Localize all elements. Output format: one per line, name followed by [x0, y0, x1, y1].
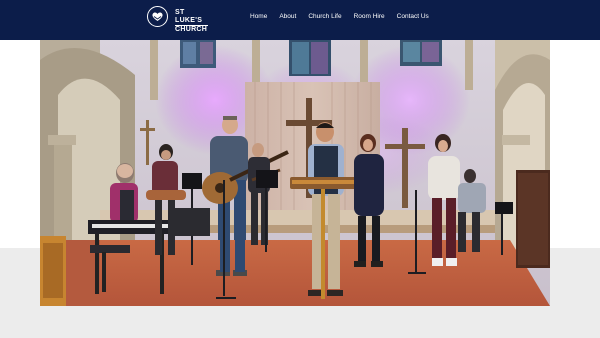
heart-hands-icon — [147, 6, 168, 27]
hero-image-worship-band — [40, 40, 550, 306]
main-nav: Home About Church Life Room Hire Contact… — [250, 10, 441, 24]
logo-line-1: ST LUKE'S — [175, 9, 208, 26]
nav-item-room-hire[interactable]: Room Hire — [354, 10, 385, 24]
nav-item-church-life[interactable]: Church Life — [308, 10, 341, 24]
logo-line-2: CHURCH — [175, 26, 208, 33]
nav-item-contact-us[interactable]: Contact Us — [397, 10, 429, 24]
nav-item-home[interactable]: Home — [250, 10, 267, 24]
site-logo[interactable]: ST LUKE'S CHURCH — [147, 5, 217, 33]
nav-item-about[interactable]: About — [279, 10, 296, 24]
site-header: ST LUKE'S CHURCH Home About Church Life … — [0, 0, 600, 40]
logo-wordmark: ST LUKE'S CHURCH — [175, 9, 208, 34]
